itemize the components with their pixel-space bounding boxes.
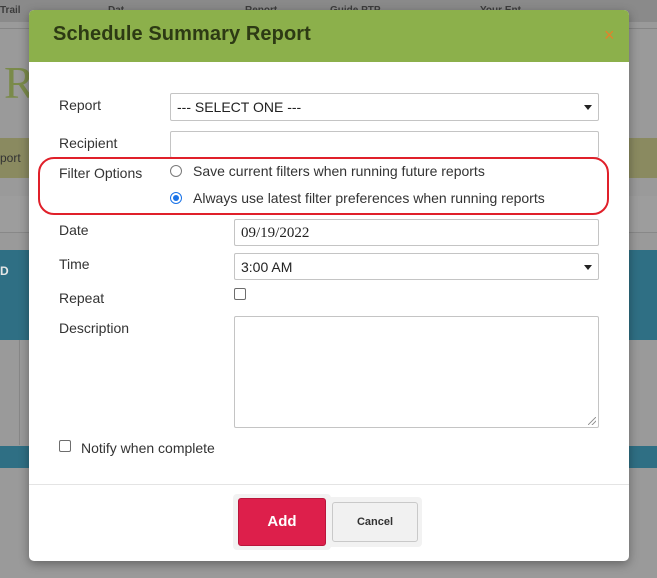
- date-label: Date: [59, 222, 89, 238]
- chevron-down-icon: [584, 265, 592, 270]
- background-olive-text: port: [0, 151, 21, 165]
- date-value: 09/19/2022: [241, 225, 310, 241]
- resize-grip-icon[interactable]: [588, 417, 596, 425]
- dialog-title: Schedule Summary Report: [53, 23, 311, 45]
- schedule-report-dialog: Schedule Summary Report × Report --- SEL…: [29, 10, 629, 561]
- notify-label[interactable]: Notify when complete: [81, 440, 215, 456]
- chevron-down-icon: [584, 105, 592, 110]
- add-button[interactable]: Add: [238, 498, 326, 546]
- description-textarea[interactable]: [234, 316, 599, 428]
- filter-option-save-radio[interactable]: [170, 165, 182, 177]
- filter-option-latest-label[interactable]: Always use latest filter preferences whe…: [193, 190, 545, 206]
- report-select-value: --- SELECT ONE ---: [177, 99, 302, 115]
- report-select[interactable]: --- SELECT ONE ---: [170, 93, 599, 121]
- background-divider: [19, 340, 20, 445]
- background-table-header-text: D: [0, 264, 9, 278]
- cancel-button[interactable]: Cancel: [332, 502, 418, 542]
- repeat-label: Repeat: [59, 290, 105, 306]
- close-icon[interactable]: ×: [604, 26, 615, 44]
- report-label: Report: [59, 97, 102, 113]
- date-input[interactable]: 09/19/2022: [234, 219, 599, 246]
- time-select-value: 3:00 AM: [241, 259, 293, 275]
- filter-option-save-label[interactable]: Save current filters when running future…: [193, 163, 485, 179]
- filter-options-label: Filter Options: [59, 165, 143, 181]
- cancel-button-focus-ring: Cancel: [327, 497, 422, 547]
- recipient-input[interactable]: [170, 131, 599, 158]
- filter-option-latest-radio[interactable]: [170, 192, 182, 204]
- time-label: Time: [59, 256, 90, 272]
- description-label: Description: [59, 320, 130, 336]
- notify-checkbox[interactable]: [59, 440, 71, 452]
- recipient-label: Recipient: [59, 135, 118, 151]
- time-select[interactable]: 3:00 AM: [234, 253, 599, 280]
- repeat-checkbox[interactable]: [234, 288, 246, 300]
- add-button-focus-ring: Add: [233, 494, 331, 550]
- background-nav-item: Trail: [0, 5, 21, 16]
- footer-divider: [29, 484, 629, 485]
- dialog-header: Schedule Summary Report ×: [29, 10, 629, 62]
